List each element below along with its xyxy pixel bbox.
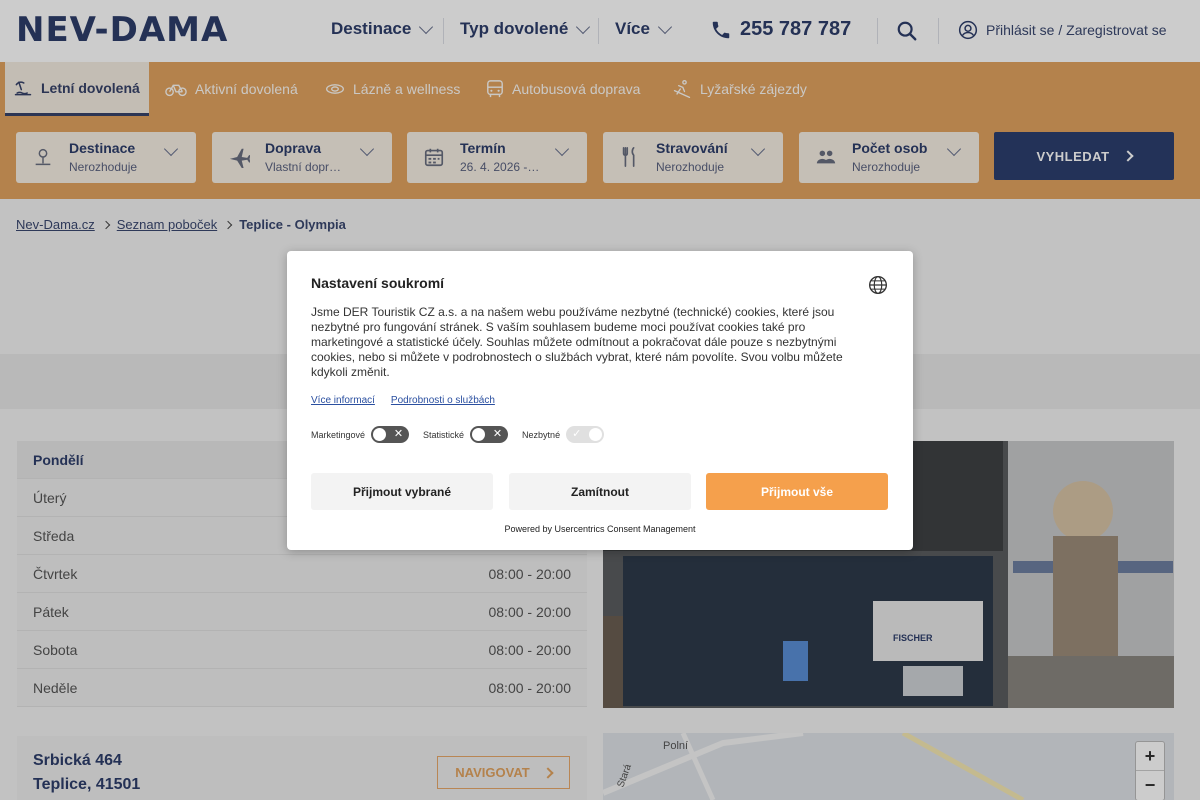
reject-button[interactable]: Zamítnout (509, 473, 691, 510)
check-icon: ✓ (572, 428, 582, 440)
consent-toggles: Marketingové ✕ Statistické ✕ Nezbytné ✓ (311, 426, 605, 443)
close-icon: ✕ (393, 428, 404, 440)
privacy-consent-dialog: Nastavení soukromí Jsme DER Touristik CZ… (287, 251, 913, 550)
necessary-switch: ✓ (566, 426, 605, 443)
service-details-link[interactable]: Podrobnosti o službách (391, 395, 495, 406)
toggle-label: Nezbytné (522, 429, 561, 440)
toggle-necessary: Nezbytné ✓ (522, 426, 605, 443)
close-icon: ✕ (492, 428, 503, 440)
dialog-title: Nastavení soukromí (311, 275, 445, 291)
statistics-switch[interactable]: ✕ (470, 426, 509, 443)
toggle-label: Marketingové (311, 429, 366, 440)
accept-all-button[interactable]: Přijmout vše (706, 473, 888, 510)
dialog-text: Jsme DER Touristik CZ a.s. a na našem we… (311, 305, 843, 379)
powered-by-text: Powered by Usercentrics Consent Manageme… (504, 524, 696, 534)
toggle-marketing: Marketingové ✕ (311, 426, 410, 443)
toggle-label: Statistické (423, 429, 465, 440)
accept-selected-button[interactable]: Přijmout vybrané (311, 473, 493, 510)
language-globe-icon[interactable] (868, 275, 888, 295)
dialog-links: Více informací Podrobnosti o službách (311, 395, 495, 406)
marketing-switch[interactable]: ✕ (371, 426, 410, 443)
toggle-statistics: Statistické ✕ (423, 426, 509, 443)
more-info-link[interactable]: Více informací (311, 395, 375, 406)
